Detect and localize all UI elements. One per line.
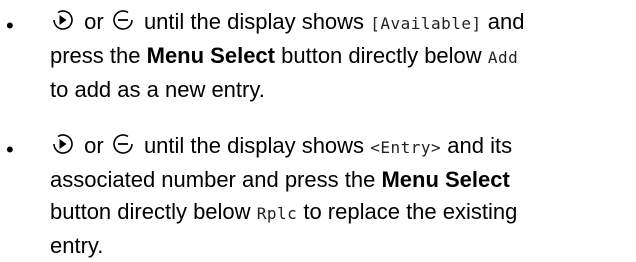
text-button-below: button directly below: [281, 43, 482, 68]
text-line: entry.: [50, 233, 104, 258]
left-arrow-button-icon: [110, 7, 136, 33]
list-item-text: or until the display shows [Available] a…: [50, 6, 630, 106]
text-line: press the Menu Select button directly be…: [50, 40, 630, 74]
list-item-text: or until the display shows <Entry> and i…: [50, 130, 630, 262]
text-line: button directly below Rplc to replace th…: [50, 196, 630, 230]
text-and: and: [487, 9, 525, 34]
text-or: or: [84, 9, 104, 34]
document-page: • or until the display shows [Available]…: [0, 0, 636, 258]
text-until: until the display shows: [143, 133, 365, 158]
button-name: Menu Select: [381, 167, 510, 192]
left-arrow-button-icon: [110, 131, 136, 157]
button-name: Menu Select: [146, 43, 275, 68]
text-press-the: press the: [50, 43, 141, 68]
text-line: associated number and press the Menu Sel…: [50, 164, 630, 196]
text-associated: associated number and press the: [50, 167, 376, 192]
display-text: <Entry>: [370, 138, 442, 157]
text-or: or: [84, 133, 104, 158]
text-until: until the display shows: [143, 9, 365, 34]
text-and-its: and its: [447, 133, 513, 158]
text-button-below: button directly below: [50, 199, 251, 224]
text-line: to add as a new entry.: [50, 77, 265, 102]
text-line: or until the display shows <Entry> and i…: [50, 130, 630, 164]
bullet: •: [6, 13, 14, 38]
softkey-label: Rplc: [256, 204, 298, 223]
text-line: or until the display shows [Available] a…: [50, 6, 630, 40]
right-arrow-button-icon: [50, 131, 76, 157]
bullet: •: [6, 137, 14, 162]
display-text: [Available]: [370, 14, 482, 33]
softkey-label: Add: [487, 48, 519, 67]
text-to-replace: to replace the existing: [303, 199, 518, 224]
right-arrow-button-icon: [50, 7, 76, 33]
